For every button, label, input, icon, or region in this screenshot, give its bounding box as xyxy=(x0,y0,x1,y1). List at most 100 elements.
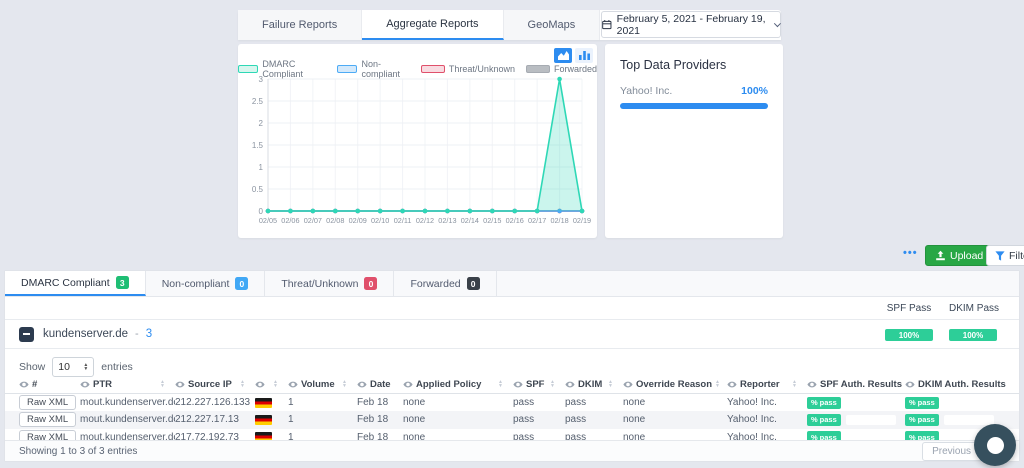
filter-button[interactable]: Filter xyxy=(986,245,1024,266)
more-options-button[interactable]: ••• xyxy=(903,247,918,259)
germany-flag-icon xyxy=(255,398,272,408)
col-header-source-ip[interactable]: Source IP▲▼ xyxy=(175,379,255,390)
svg-text:02/11: 02/11 xyxy=(394,216,412,225)
col-header-dkim[interactable]: DKIM▲▼ xyxy=(565,379,623,390)
tab-label: Non-compliant xyxy=(162,278,230,290)
entries-label: entries xyxy=(101,361,133,373)
filter-icon xyxy=(995,251,1005,261)
col-header-spf[interactable]: SPF▲▼ xyxy=(513,379,565,390)
ptr-cell: mout.kundenserver.de xyxy=(80,397,175,408)
tab-label: Threat/Unknown xyxy=(281,278,358,290)
eye-icon xyxy=(807,381,817,388)
col-header-dkim-auth-results[interactable]: DKIM Auth. Results xyxy=(905,379,1011,390)
sort-icon[interactable]: ▲▼ xyxy=(550,380,555,388)
eye-icon xyxy=(288,381,298,388)
aggregate-chart-card: DMARC Compliant Non-compliant Threat/Unk… xyxy=(238,44,597,238)
tab-failure-reports[interactable]: Failure Reports xyxy=(238,10,362,40)
eye-icon xyxy=(623,381,633,388)
tab-label: Failure Reports xyxy=(262,19,337,31)
eye-icon xyxy=(403,381,413,388)
volume-cell: 1 xyxy=(288,414,357,425)
spf-auth-pass-badge: %pass xyxy=(807,414,841,426)
svg-text:02/14: 02/14 xyxy=(461,216,479,225)
domain-name: kundenserver.de xyxy=(43,328,128,340)
spf-auth-pass-badge: %pass xyxy=(807,397,841,409)
redacted-text xyxy=(944,398,994,408)
col-header-volume[interactable]: Volume▲▼ xyxy=(288,379,357,390)
table-body: Raw XML mout.kundenserver.de 212.227.126… xyxy=(5,394,1019,446)
tab-aggregate-reports[interactable]: Aggregate Reports xyxy=(362,10,503,40)
date-range-picker[interactable]: February 5, 2021 - February 19, 2021 xyxy=(601,11,781,38)
filter-label: Filter xyxy=(1009,250,1024,262)
col-header-applied-policy[interactable]: Applied Policy▲▼ xyxy=(403,379,513,390)
sort-icon[interactable]: ▲▼ xyxy=(792,380,797,388)
previous-page-button[interactable]: Previous xyxy=(922,442,981,461)
tab-non-compliant[interactable]: Non-compliant 0 xyxy=(146,271,266,296)
upload-button[interactable]: Upload xyxy=(925,245,993,266)
col-header-override-reason[interactable]: Override Reason▲▼ xyxy=(623,379,727,390)
svg-text:1: 1 xyxy=(259,163,264,172)
col-header-ptr[interactable]: PTR▲▼ xyxy=(80,379,175,390)
sort-icon[interactable]: ▲▼ xyxy=(160,380,165,388)
col-header-reporter[interactable]: Reporter▲▼ xyxy=(727,379,807,390)
sort-icon[interactable]: ▲▼ xyxy=(342,380,347,388)
domain-group-row[interactable]: kundenserver.de - 3 100% 100% xyxy=(5,319,1019,349)
providers-title: Top Data Providers xyxy=(620,58,768,72)
tab-dmarc-compliant[interactable]: DMARC Compliant3 xyxy=(5,271,146,296)
percent-icon: % xyxy=(909,398,916,407)
select-arrows-icon: ▲▼ xyxy=(83,363,88,371)
override-reason-cell: none xyxy=(623,397,727,408)
source-ip-cell: 212.227.17.13 xyxy=(175,414,255,425)
tab-forwarded[interactable]: Forwarded0 xyxy=(394,271,496,296)
date-cell: Feb 18 xyxy=(357,414,403,425)
svg-text:1.5: 1.5 xyxy=(252,141,264,150)
domain-separator: - xyxy=(135,328,139,340)
raw-xml-button[interactable]: Raw XML xyxy=(19,412,76,427)
spf-cell: pass xyxy=(513,397,565,408)
tab-label: Aggregate Reports xyxy=(386,18,478,30)
percent-icon: % xyxy=(811,398,818,407)
provider-row: Yahoo! Inc. 100% xyxy=(620,85,768,97)
sort-icon[interactable]: ▲▼ xyxy=(715,380,720,388)
table-row: Raw XML mout.kundenserver.de 212.227.126… xyxy=(5,394,1019,411)
svg-text:2.5: 2.5 xyxy=(252,97,264,106)
svg-text:02/05: 02/05 xyxy=(259,216,277,225)
redacted-text xyxy=(944,415,994,425)
eye-icon xyxy=(357,381,367,388)
date-range-text: February 5, 2021 - February 19, 2021 xyxy=(617,13,771,37)
collapse-icon[interactable] xyxy=(19,327,34,342)
tab-geomaps[interactable]: GeoMaps xyxy=(504,10,601,40)
dkim-cell: pass xyxy=(565,414,623,425)
col-header-spf-auth-results[interactable]: SPF Auth. Results xyxy=(807,379,905,390)
tab-threat-unknown[interactable]: Threat/Unknown0 xyxy=(265,271,394,296)
svg-text:0.5: 0.5 xyxy=(252,185,264,194)
upload-icon xyxy=(935,250,946,261)
svg-text:02/12: 02/12 xyxy=(416,216,434,225)
eye-icon xyxy=(905,381,915,388)
chat-widget-button[interactable] xyxy=(974,424,1016,466)
date-cell: Feb 18 xyxy=(357,397,403,408)
svg-text:02/08: 02/08 xyxy=(326,216,344,225)
spf-pass-badge: 100% xyxy=(885,329,933,341)
table-header: # PTR▲▼ Source IP▲▼ ▲▼ Volume▲▼ Date App… xyxy=(5,375,1019,394)
top-data-providers-card: Top Data Providers Yahoo! Inc. 100% xyxy=(605,44,783,238)
eye-icon xyxy=(255,381,265,388)
count-badge: 0 xyxy=(235,277,248,290)
domain-pass-badges: 100% 100% xyxy=(885,329,997,341)
col-header-index[interactable]: # xyxy=(19,379,80,390)
eye-icon xyxy=(727,381,737,388)
chevron-down-icon xyxy=(774,20,781,27)
raw-xml-button[interactable]: Raw XML xyxy=(19,395,76,410)
sort-icon[interactable]: ▲▼ xyxy=(240,380,245,388)
page-size-select[interactable]: 10 ▲▼ xyxy=(52,357,94,377)
col-header-date[interactable]: Date xyxy=(357,379,403,390)
tab-label: GeoMaps xyxy=(528,19,576,31)
svg-text:02/17: 02/17 xyxy=(528,216,546,225)
applied-policy-cell: none xyxy=(403,397,513,408)
sort-icon[interactable]: ▲▼ xyxy=(498,380,503,388)
sort-icon[interactable]: ▲▼ xyxy=(608,380,613,388)
table-length-control: Show 10 ▲▼ entries xyxy=(19,357,133,377)
percent-icon: % xyxy=(909,415,916,424)
sort-icon[interactable]: ▲▼ xyxy=(273,380,278,388)
col-header-country[interactable]: ▲▼ xyxy=(255,380,288,388)
